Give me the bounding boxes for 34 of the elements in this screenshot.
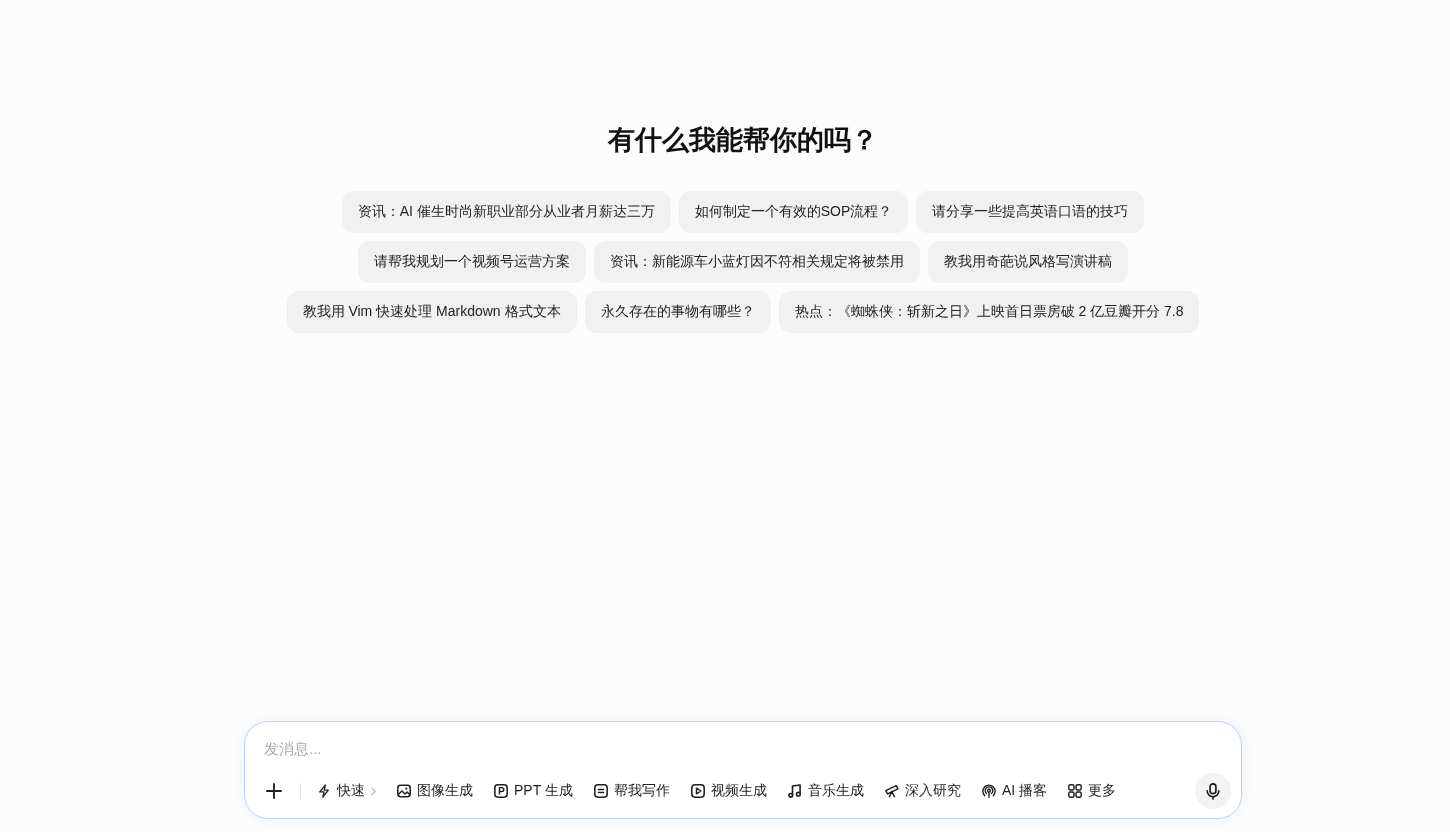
tool-button[interactable]: PPT 生成 xyxy=(488,778,579,804)
suggestion-chip[interactable]: 永久存在的事物有哪些？ xyxy=(584,291,771,333)
suggestion-chip[interactable]: 教我用奇葩说风格写演讲稿 xyxy=(928,241,1128,283)
suggestion-chip[interactable]: 如何制定一个有效的SOP流程？ xyxy=(678,191,909,233)
chevron-right-icon xyxy=(371,786,376,796)
suggestion-chip[interactable]: 教我用 Vim 快速处理 Markdown 格式文本 xyxy=(286,291,577,333)
suggestion-chip[interactable]: 热点：《蜘蛛侠：斩新之日》上映首日票房破 2 亿豆瓣开分 7.8 xyxy=(778,291,1200,333)
music-note-icon xyxy=(787,784,802,798)
tool-button[interactable]: 视频生成 xyxy=(684,778,773,804)
telescope-icon xyxy=(884,784,899,798)
message-input[interactable]: 发消息... xyxy=(264,736,664,761)
suggestion-chip[interactable]: 资讯：新能源车小蓝灯因不符相关规定将被禁用 xyxy=(594,241,920,283)
add-button[interactable] xyxy=(264,781,284,801)
microphone-icon xyxy=(1206,782,1220,800)
mode-dropdown[interactable]: 快速 xyxy=(311,778,382,804)
tool-button[interactable]: 音乐生成 xyxy=(781,778,870,804)
letter-p-icon xyxy=(494,784,508,798)
suggestion-chip[interactable]: 资讯：AI 催生时尚新职业部分从业者月薪达三万 xyxy=(341,191,671,233)
broadcast-icon xyxy=(981,784,996,798)
tool-button[interactable]: 深入研究 xyxy=(878,778,967,804)
plus-icon xyxy=(266,783,282,799)
microphone-button[interactable] xyxy=(1195,773,1231,809)
page-heading: 有什么我能帮你的吗？ xyxy=(608,124,878,157)
image-icon xyxy=(397,784,411,798)
tool-button[interactable]: 图像生成 xyxy=(391,778,479,804)
grid-icon xyxy=(1068,784,1082,798)
suggestion-chip[interactable]: 请分享一些提高英语口语的技巧 xyxy=(916,191,1145,233)
play-icon xyxy=(690,784,705,798)
tool-button[interactable]: 更多 xyxy=(1062,778,1122,804)
lightning-icon xyxy=(317,784,331,798)
tool-button[interactable]: 帮我写作 xyxy=(587,778,676,804)
note-icon xyxy=(593,784,608,798)
suggestion-chip[interactable]: 请帮我规划一个视频号运营方案 xyxy=(358,241,586,283)
tool-button[interactable]: AI 播客 xyxy=(975,778,1053,804)
